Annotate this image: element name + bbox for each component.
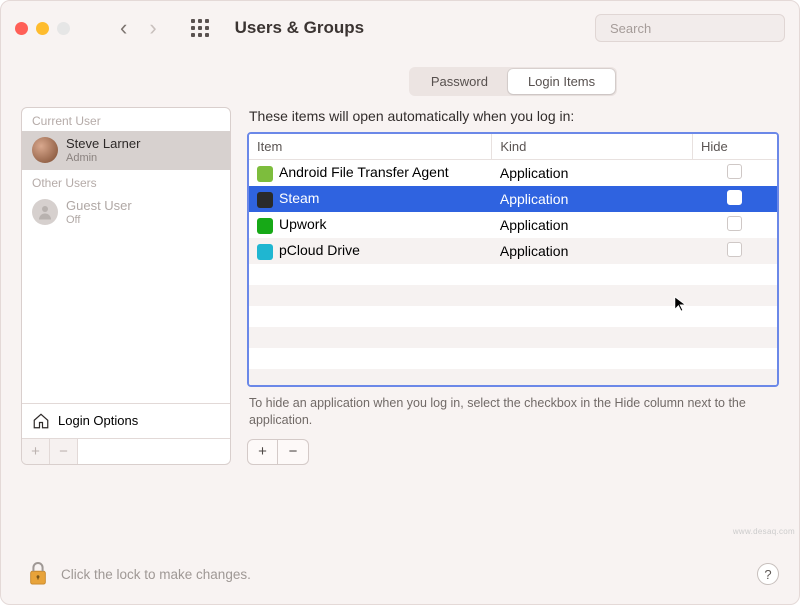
table-row-blank [249, 348, 777, 369]
item-kind: Application [492, 212, 693, 238]
user-row-guest[interactable]: Guest User Off [22, 193, 230, 232]
search-field[interactable] [595, 14, 785, 42]
avatar [32, 137, 58, 163]
item-name: Steam [279, 190, 319, 206]
table-row[interactable]: Upwork Application [249, 212, 777, 238]
table-row[interactable]: Steam Application [249, 186, 777, 212]
hide-checkbox[interactable] [727, 216, 742, 231]
guest-role: Off [66, 214, 132, 226]
user-role: Admin [66, 152, 140, 164]
minimize-window-button[interactable] [36, 22, 49, 35]
login-options-button[interactable]: Login Options [22, 403, 230, 438]
table-row[interactable]: Android File Transfer Agent Application [249, 160, 777, 187]
item-kind: Application [492, 160, 693, 187]
header-item[interactable]: Item [249, 134, 492, 160]
remove-login-item-button[interactable]: − [278, 440, 308, 464]
watermark: www.desaq.com [733, 527, 795, 536]
search-input[interactable] [610, 21, 786, 36]
user-name: Steve Larner [66, 137, 140, 152]
item-kind: Application [492, 238, 693, 264]
app-icon [257, 218, 273, 234]
close-window-button[interactable] [15, 22, 28, 35]
login-items-hint: To hide an application when you log in, … [249, 395, 777, 429]
item-name: Upwork [279, 216, 326, 232]
forward-button: › [149, 17, 156, 39]
add-login-item-button[interactable]: + [248, 440, 278, 464]
hide-checkbox[interactable] [727, 190, 742, 205]
hide-checkbox[interactable] [727, 242, 742, 257]
guest-name: Guest User [66, 199, 132, 214]
item-name: Android File Transfer Agent [279, 164, 449, 180]
table-row-blank [249, 327, 777, 348]
guest-avatar-icon [32, 199, 58, 225]
table-row-blank [249, 285, 777, 306]
user-row-current[interactable]: Steve Larner Admin [22, 131, 230, 170]
sidebar-section-current-user: Current User [22, 108, 230, 131]
hide-checkbox[interactable] [727, 164, 742, 179]
show-all-prefs-button[interactable] [191, 19, 209, 37]
login-options-label: Login Options [58, 413, 138, 428]
app-icon [257, 166, 273, 182]
window-title: Users & Groups [235, 18, 364, 38]
help-button[interactable]: ? [757, 563, 779, 585]
tabs: Password Login Items [409, 67, 617, 96]
login-items-table[interactable]: Item Kind Hide Android File Transfer Age… [247, 132, 779, 387]
remove-user-button: − [50, 439, 78, 464]
zoom-window-button[interactable] [57, 22, 70, 35]
login-items-heading: These items will open automatically when… [249, 108, 779, 124]
lock-icon[interactable] [27, 560, 49, 588]
item-name: pCloud Drive [279, 242, 360, 258]
table-row-blank [249, 264, 777, 285]
tab-password[interactable]: Password [411, 69, 508, 94]
add-user-button: + [22, 439, 50, 464]
header-kind[interactable]: Kind [492, 134, 693, 160]
app-icon [257, 244, 273, 260]
table-row-blank [249, 306, 777, 327]
lock-hint-text: Click the lock to make changes. [61, 567, 251, 582]
back-button[interactable]: ‹ [120, 17, 127, 39]
header-hide[interactable]: Hide [693, 134, 778, 160]
tab-login-items[interactable]: Login Items [508, 69, 615, 94]
sidebar-section-other-users: Other Users [22, 170, 230, 193]
app-icon [257, 192, 273, 208]
table-row[interactable]: pCloud Drive Application [249, 238, 777, 264]
table-row-blank [249, 369, 777, 387]
house-icon [32, 412, 50, 430]
item-kind: Application [492, 186, 693, 212]
